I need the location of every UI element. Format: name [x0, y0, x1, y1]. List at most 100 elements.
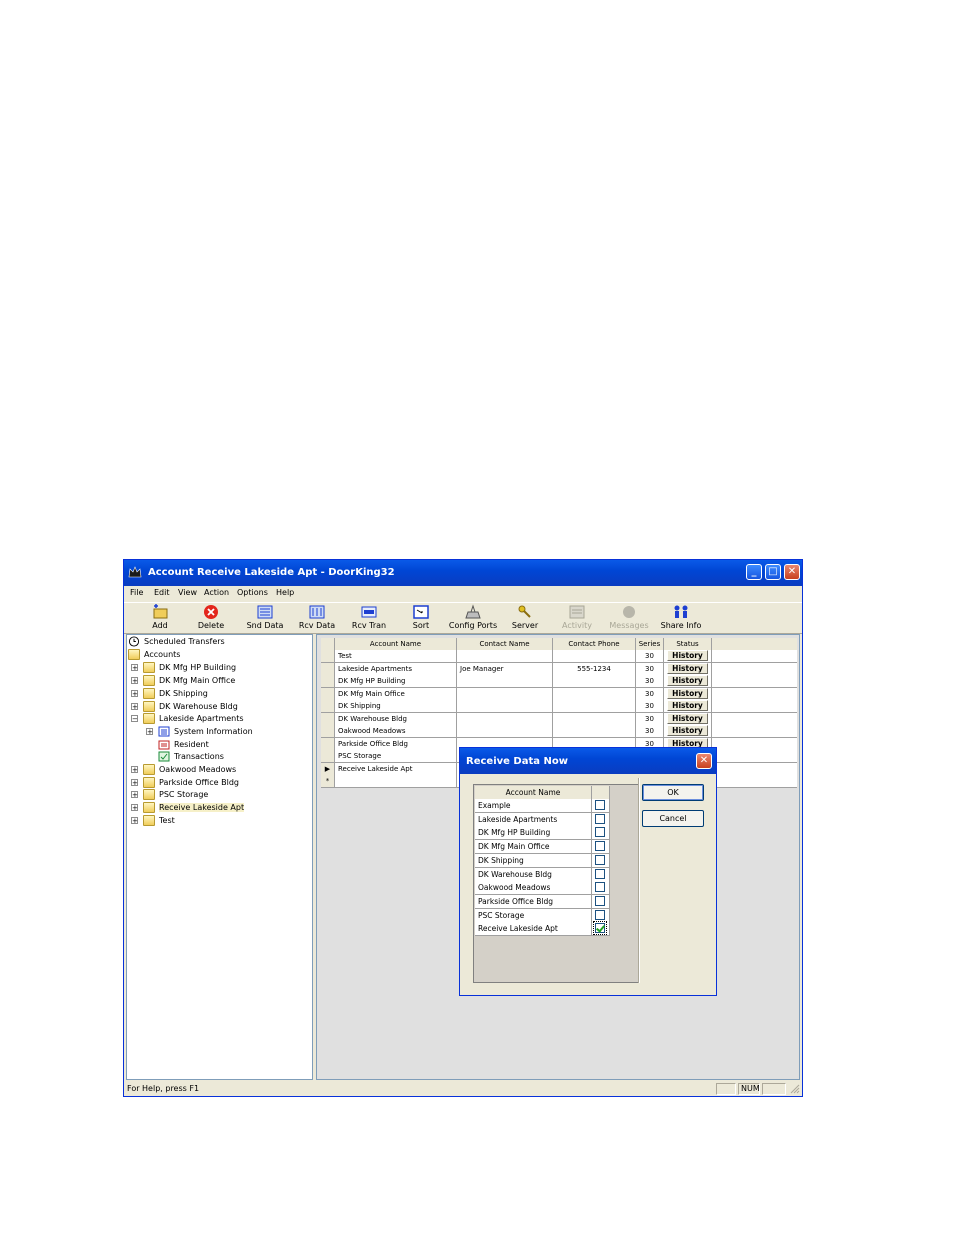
- menu-file[interactable]: File: [130, 588, 143, 597]
- minimize-button[interactable]: _: [746, 564, 762, 580]
- ok-button[interactable]: OK: [642, 784, 704, 801]
- cell-contact-phone[interactable]: [553, 687, 636, 700]
- cell-account-name[interactable]: PSC Storage: [335, 750, 457, 762]
- dialog-close-button[interactable]: ✕: [696, 753, 712, 769]
- account-checkbox[interactable]: [595, 854, 605, 865]
- account-checkbox[interactable]: [595, 909, 605, 920]
- expand-icon[interactable]: +: [131, 677, 138, 685]
- dialog-title-bar[interactable]: Receive Data Now ✕: [460, 748, 716, 774]
- cell-account-name[interactable]: Parkside Office Bldg: [335, 737, 457, 750]
- account-checkbox[interactable]: [595, 868, 605, 879]
- row-selector[interactable]: [321, 650, 335, 662]
- menu-options[interactable]: Options: [237, 588, 268, 597]
- account-checkbox[interactable]: [595, 800, 605, 810]
- table-row[interactable]: DK Mfg Main Office 30 History: [321, 687, 797, 701]
- close-button[interactable]: ✕: [784, 564, 800, 580]
- history-button[interactable]: History: [667, 700, 708, 711]
- list-item[interactable]: DK Mfg HP Building: [475, 826, 610, 841]
- cell-account-name[interactable]: DK Mfg Main Office: [335, 687, 457, 700]
- share-info-button[interactable]: Share Info: [655, 604, 707, 632]
- column-header-account-name[interactable]: Account Name: [335, 638, 457, 650]
- cell-account-name[interactable]: DK Mfg HP Building: [335, 675, 457, 687]
- table-row[interactable]: Oakwood Meadows 30 History: [321, 725, 797, 738]
- new-row-marker[interactable]: *: [321, 775, 335, 787]
- cell-contact-phone[interactable]: [553, 675, 636, 687]
- account-checkbox[interactable]: [593, 921, 607, 936]
- cell-contact-phone[interactable]: 555-1234: [553, 662, 636, 675]
- menu-help[interactable]: Help: [276, 588, 294, 597]
- cell-contact-name[interactable]: [457, 650, 553, 662]
- list-item[interactable]: DK Mfg Main Office: [475, 840, 610, 855]
- sort-button[interactable]: Sort: [395, 604, 447, 632]
- menu-view[interactable]: View: [178, 588, 197, 597]
- expand-icon[interactable]: +: [131, 791, 138, 799]
- config-ports-button[interactable]: Config Ports: [447, 604, 499, 632]
- list-item[interactable]: Lakeside Apartments: [475, 812, 610, 827]
- receive-transactions-button[interactable]: Rcv Tran: [343, 604, 395, 632]
- history-button[interactable]: History: [667, 662, 708, 674]
- account-checkbox[interactable]: [595, 827, 605, 838]
- row-selector[interactable]: [321, 675, 335, 687]
- add-button[interactable]: Add: [134, 604, 186, 632]
- cell-account-name[interactable]: DK Warehouse Bldg: [335, 712, 457, 725]
- delete-button[interactable]: Delete: [185, 604, 237, 632]
- list-item[interactable]: DK Warehouse Bldg: [475, 867, 610, 882]
- cell-account-name[interactable]: DK Shipping: [335, 700, 457, 712]
- row-selector[interactable]: [321, 725, 335, 737]
- expand-icon[interactable]: +: [146, 728, 153, 736]
- account-checkbox[interactable]: [595, 895, 605, 906]
- send-data-button[interactable]: Snd Data: [239, 604, 291, 632]
- account-tree[interactable]: Scheduled Transfers Accounts + DK Mfg HP…: [126, 634, 313, 1080]
- receive-data-button[interactable]: Rcv Data: [291, 604, 343, 632]
- expand-icon[interactable]: +: [131, 804, 138, 812]
- cell-contact-name[interactable]: [457, 687, 553, 700]
- table-row[interactable]: Test 30 History: [321, 650, 797, 663]
- table-row[interactable]: DK Mfg HP Building 30 History: [321, 675, 797, 688]
- cell-account-name[interactable]: Test: [335, 650, 457, 662]
- row-selector[interactable]: [321, 750, 335, 762]
- cancel-button[interactable]: Cancel: [642, 810, 704, 827]
- column-header-status[interactable]: Status: [664, 638, 712, 650]
- list-item[interactable]: PSC Storage: [475, 908, 610, 923]
- cell-series[interactable]: 30: [636, 712, 664, 725]
- cell-account-name[interactable]: Oakwood Meadows: [335, 725, 457, 737]
- history-button[interactable]: History: [667, 712, 708, 724]
- expand-icon[interactable]: +: [131, 690, 138, 698]
- expand-icon[interactable]: +: [131, 817, 138, 825]
- row-selector[interactable]: [321, 700, 335, 712]
- cell-account-name[interactable]: Receive Lakeside Apt: [335, 762, 457, 775]
- row-selector[interactable]: [321, 662, 335, 675]
- menu-edit[interactable]: Edit: [154, 588, 170, 597]
- list-item[interactable]: DK Shipping: [475, 853, 610, 868]
- cell-contact-name[interactable]: [457, 675, 553, 687]
- cell-contact-phone[interactable]: [553, 650, 636, 662]
- cell-series[interactable]: 30: [636, 650, 664, 662]
- cell-contact-phone[interactable]: [553, 712, 636, 725]
- collapse-icon[interactable]: −: [131, 715, 138, 723]
- history-button[interactable]: History: [667, 725, 708, 736]
- cell-series[interactable]: 30: [636, 700, 664, 712]
- table-row[interactable]: DK Shipping 30 History: [321, 700, 797, 713]
- list-item[interactable]: Example: [475, 799, 610, 813]
- list-item[interactable]: Parkside Office Bldg: [475, 894, 610, 909]
- account-checklist[interactable]: Account Name Example Lakeside Apartments…: [473, 784, 639, 983]
- list-item[interactable]: Oakwood Meadows: [475, 881, 610, 896]
- history-button[interactable]: History: [667, 687, 708, 699]
- column-header-contact-name[interactable]: Contact Name: [457, 638, 553, 650]
- activity-button[interactable]: Activity: [551, 604, 603, 632]
- expand-icon[interactable]: +: [131, 766, 138, 774]
- cell-contact-name[interactable]: [457, 712, 553, 725]
- current-row-marker[interactable]: ▶: [321, 762, 335, 775]
- row-selector[interactable]: [321, 737, 335, 750]
- column-header-series[interactable]: Series: [636, 638, 664, 650]
- cell-series[interactable]: 30: [636, 662, 664, 675]
- expand-icon[interactable]: +: [131, 664, 138, 672]
- cell-contact-phone[interactable]: [553, 700, 636, 712]
- history-button[interactable]: History: [667, 675, 708, 686]
- cell-contact-name[interactable]: Joe Manager: [457, 662, 553, 675]
- history-button[interactable]: History: [667, 650, 708, 661]
- cell-series[interactable]: 30: [636, 675, 664, 687]
- cell-contact-name[interactable]: [457, 700, 553, 712]
- expand-icon[interactable]: +: [131, 703, 138, 711]
- cell-series[interactable]: 30: [636, 725, 664, 737]
